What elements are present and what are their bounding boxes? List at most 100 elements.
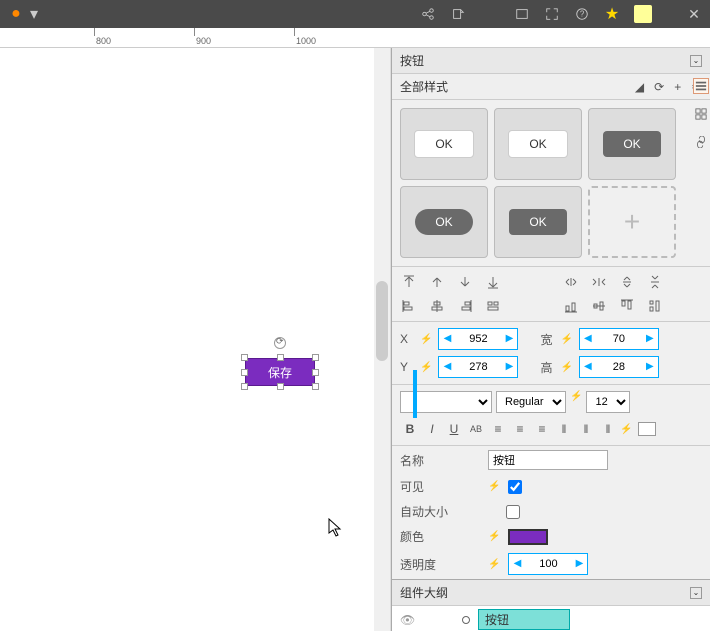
help-icon[interactable]: ? bbox=[574, 6, 590, 22]
prop-name-input[interactable] bbox=[488, 450, 608, 470]
valign-mid-icon[interactable]: ‖ bbox=[576, 419, 596, 439]
side-tab-grid[interactable] bbox=[693, 106, 709, 122]
prop-color-swatch[interactable] bbox=[508, 529, 548, 545]
collapse-icon[interactable]: ⌄ bbox=[690, 55, 702, 67]
style-preset-1[interactable]: OK bbox=[400, 108, 488, 180]
export-icon[interactable] bbox=[450, 6, 466, 22]
outline-title: 组件大纲 bbox=[400, 584, 448, 601]
y-input[interactable]: ◀▶ bbox=[438, 356, 518, 378]
align-bottom-icon[interactable] bbox=[484, 273, 502, 291]
cursor-icon bbox=[328, 518, 344, 543]
style-presets: OK OK OK OK OK + bbox=[392, 100, 710, 267]
panel-header-component: 按钮 ⌄ bbox=[392, 48, 710, 74]
app-dropdown[interactable]: ▾ bbox=[30, 4, 38, 24]
align-left-icon[interactable] bbox=[400, 297, 418, 315]
align-right-icon[interactable] bbox=[456, 297, 474, 315]
collapse-icon[interactable]: ⌄ bbox=[690, 587, 702, 599]
titlebar: ● ▾ ? ★ ✕ bbox=[0, 0, 710, 28]
prop-opacity-label: 透明度 bbox=[400, 556, 480, 573]
dist-vcenter-icon[interactable] bbox=[590, 297, 608, 315]
opacity-input[interactable]: ◀▶ bbox=[508, 553, 588, 575]
x-label: X bbox=[400, 332, 414, 346]
styles-label: 全部样式 bbox=[400, 78, 448, 95]
fullscreen-icon[interactable] bbox=[544, 6, 560, 22]
w-input[interactable]: ◀▶ bbox=[579, 328, 659, 350]
y-label: Y bbox=[400, 360, 414, 374]
style-preset-4[interactable]: OK bbox=[400, 186, 488, 258]
valign-bot-icon[interactable]: ‖ bbox=[598, 419, 618, 439]
dist-h2-icon[interactable] bbox=[590, 273, 608, 291]
style-preset-2[interactable]: OK bbox=[494, 108, 582, 180]
font-weight-select[interactable]: Regular bbox=[496, 391, 566, 413]
align-down-icon[interactable] bbox=[456, 273, 474, 291]
dist-h-icon[interactable] bbox=[562, 273, 580, 291]
strikethrough-icon[interactable]: AB bbox=[466, 419, 486, 439]
properties-panel: 按钮 ⌄ 全部样式 ◢ ⟳ + ⚙ OK OK OK OK OK + bbox=[391, 48, 710, 631]
refresh-icon[interactable]: ⟳ bbox=[654, 80, 664, 94]
x-input[interactable]: ◀▶ bbox=[438, 328, 518, 350]
align-top-icon[interactable] bbox=[400, 273, 418, 291]
bolt-icon: ⚡ bbox=[560, 334, 572, 345]
outline-header: 组件大纲 ⌄ bbox=[392, 580, 710, 606]
prop-autosize-check[interactable] bbox=[506, 505, 520, 519]
plus-icon[interactable]: + bbox=[674, 80, 681, 94]
triangle-down-icon[interactable]: ◢ bbox=[635, 80, 644, 94]
h-input[interactable]: ◀▶ bbox=[579, 356, 659, 378]
outline-item-label: 按钮 bbox=[478, 609, 570, 630]
prop-visible-check[interactable] bbox=[508, 480, 522, 494]
star-icon[interactable]: ★ bbox=[604, 6, 620, 22]
app-icon: ● bbox=[8, 6, 24, 22]
canvas-selected-button[interactable]: 保存 bbox=[245, 358, 315, 386]
close-icon[interactable]: ✕ bbox=[686, 6, 702, 22]
dist-v2-icon[interactable] bbox=[646, 273, 664, 291]
side-tab-link[interactable] bbox=[693, 134, 709, 150]
resize-handle-r[interactable] bbox=[312, 369, 319, 376]
style-preset-3[interactable]: OK bbox=[588, 108, 676, 180]
rotate-handle[interactable] bbox=[274, 337, 286, 349]
italic-icon[interactable]: I bbox=[422, 419, 442, 439]
dist-v-icon[interactable] bbox=[618, 273, 636, 291]
dist-top-icon[interactable] bbox=[618, 297, 636, 315]
dist-column-icon[interactable] bbox=[646, 297, 664, 315]
resize-handle-b[interactable] bbox=[277, 383, 284, 390]
coordinates-section: X ⚡ ◀▶ 宽 ⚡ ◀▶ Y ⚡ ◀▶ 高 ⚡ ◀▶ bbox=[392, 322, 710, 385]
share-icon[interactable] bbox=[420, 6, 436, 22]
dist-bottom-icon[interactable] bbox=[562, 297, 580, 315]
font-size-select[interactable]: 12 bbox=[586, 391, 630, 413]
resize-handle-t[interactable] bbox=[277, 354, 284, 361]
avatar-icon[interactable] bbox=[634, 5, 652, 23]
canvas-button-label: 保存 bbox=[268, 364, 292, 381]
bolt-icon: ⚡ bbox=[570, 391, 582, 413]
style-preset-add[interactable]: + bbox=[588, 186, 676, 258]
bold-icon[interactable]: B bbox=[400, 419, 420, 439]
prop-name-label: 名称 bbox=[400, 452, 480, 469]
align-section bbox=[392, 267, 710, 322]
bolt-icon: ⚡ bbox=[560, 362, 572, 373]
canvas-scrollbar[interactable] bbox=[374, 48, 390, 631]
outline-item-button[interactable]: 👁 按钮 bbox=[392, 606, 710, 631]
prop-autosize-label: 自动大小 bbox=[400, 503, 480, 520]
bolt-icon: ⚡ bbox=[488, 481, 500, 492]
text-color-swatch[interactable] bbox=[638, 422, 656, 436]
align-left-text-icon[interactable]: ≡ bbox=[488, 419, 508, 439]
resize-handle-tr[interactable] bbox=[312, 354, 319, 361]
side-tab-list[interactable] bbox=[693, 78, 709, 94]
resize-handle-br[interactable] bbox=[312, 383, 319, 390]
resize-handle-bl[interactable] bbox=[241, 383, 248, 390]
align-hcenter-icon[interactable] bbox=[428, 297, 446, 315]
resize-handle-l[interactable] bbox=[241, 369, 248, 376]
align-right-text-icon[interactable]: ≡ bbox=[532, 419, 552, 439]
valign-top-icon[interactable]: ‖ bbox=[554, 419, 574, 439]
style-preset-5[interactable]: OK bbox=[494, 186, 582, 258]
align-up-icon[interactable] bbox=[428, 273, 446, 291]
window-icon[interactable] bbox=[514, 6, 530, 22]
resize-handle-tl[interactable] bbox=[241, 354, 248, 361]
canvas[interactable]: 保存 bbox=[0, 48, 391, 631]
align-center-text-icon[interactable]: ≡ bbox=[510, 419, 530, 439]
side-tabs bbox=[692, 70, 710, 150]
ruler-tick-800: 800 bbox=[96, 36, 111, 46]
h-label: 高 bbox=[538, 359, 554, 376]
align-justify-icon[interactable] bbox=[484, 297, 502, 315]
eye-icon[interactable]: 👁 bbox=[400, 613, 414, 627]
underline-icon[interactable]: U bbox=[444, 419, 464, 439]
